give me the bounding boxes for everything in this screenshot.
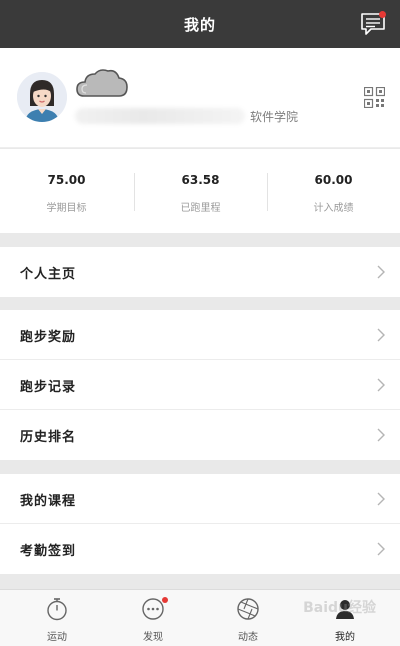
weather-cloud-icon: [76, 69, 128, 97]
chevron-right-icon: [377, 542, 385, 556]
stat-label: 学期目标: [46, 203, 87, 214]
message-badge: [379, 11, 386, 18]
menu-item-attendance[interactable]: 考勤签到: [0, 524, 400, 574]
profile-card[interactable]: 软件学院: [0, 48, 400, 148]
menu-item-running-reward[interactable]: 跑步奖励: [0, 310, 400, 360]
top-bar: 我的: [0, 0, 400, 48]
menu-item-label: 个人主页: [20, 267, 77, 282]
page-title: 我的: [183, 16, 216, 34]
discover-badge: [162, 597, 168, 603]
menu-group-course: 我的课程 考勤签到: [0, 474, 400, 574]
stopwatch-icon: [47, 598, 67, 621]
avatar[interactable]: [17, 72, 67, 122]
menu-item-label: 历史排名: [20, 430, 77, 445]
tab-discover[interactable]: 发现: [103, 590, 203, 646]
chevron-right-icon: [377, 265, 385, 279]
watermark: Baidu经验: [303, 600, 376, 616]
tab-sport[interactable]: 运动: [7, 590, 107, 646]
school-name: 软件学院: [250, 110, 299, 124]
stat-semester-goal: 75.00 学期目标: [0, 149, 133, 233]
menu-item-my-courses[interactable]: 我的课程: [0, 474, 400, 524]
stat-value: 60.00: [314, 173, 353, 187]
menu-item-running-record[interactable]: 跑步记录: [0, 360, 400, 410]
menu-group-profile: 个人主页: [0, 247, 400, 297]
chevron-right-icon: [377, 328, 385, 342]
stat-label: 计入成绩: [313, 203, 354, 214]
menu-item-label: 跑步奖励: [20, 330, 77, 345]
stat-distance-run: 63.58 已跑里程: [134, 149, 267, 233]
chevron-right-icon: [377, 492, 385, 506]
chevron-right-icon: [377, 378, 385, 392]
stat-counted-score: 60.00 计入成绩: [267, 149, 400, 233]
stats-panel: 75.00 学期目标 63.58 已跑里程 60.00 计入成绩: [0, 149, 400, 233]
tab-label: 我的: [335, 632, 355, 643]
moments-icon: [237, 598, 259, 620]
menu-item-label: 我的课程: [20, 494, 77, 509]
stat-value: 75.00: [47, 173, 86, 187]
avatar-image: [17, 72, 67, 122]
menu-item-label: 考勤签到: [20, 544, 77, 559]
stat-value: 63.58: [181, 173, 220, 187]
username-blurred: [75, 108, 245, 124]
stat-label: 已跑里程: [180, 203, 221, 214]
tab-label: 动态: [238, 632, 258, 643]
qr-code-icon[interactable]: [364, 87, 385, 108]
tab-label: 运动: [47, 632, 67, 643]
menu-item-history-ranking[interactable]: 历史排名: [0, 410, 400, 460]
menu-item-homepage[interactable]: 个人主页: [0, 247, 400, 297]
menu-group-running: 跑步奖励 跑步记录 历史排名: [0, 310, 400, 460]
menu-item-label: 跑步记录: [20, 380, 77, 395]
chevron-right-icon: [377, 428, 385, 442]
tab-label: 发现: [143, 632, 163, 643]
tab-moments[interactable]: 动态: [198, 590, 298, 646]
